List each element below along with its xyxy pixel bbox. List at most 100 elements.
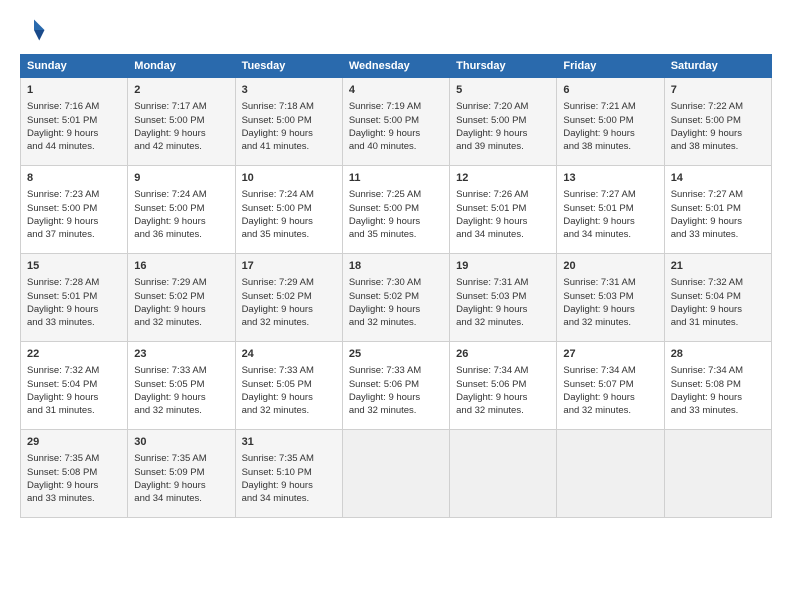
day-info: Daylight: 9 hours — [134, 479, 228, 492]
day-info: Sunrise: 7:27 AM — [671, 188, 765, 201]
day-number: 17 — [242, 259, 336, 274]
day-info: Sunset: 5:06 PM — [456, 378, 550, 391]
day-info: Sunset: 5:08 PM — [27, 466, 121, 479]
calendar-week-row: 8Sunrise: 7:23 AMSunset: 5:00 PMDaylight… — [21, 166, 772, 254]
day-number: 31 — [242, 435, 336, 450]
day-info: and 32 minutes. — [242, 404, 336, 417]
day-info: Sunset: 5:07 PM — [563, 378, 657, 391]
day-info: Sunset: 5:00 PM — [349, 202, 443, 215]
day-info: Sunset: 5:00 PM — [456, 114, 550, 127]
calendar-week-row: 22Sunrise: 7:32 AMSunset: 5:04 PMDayligh… — [21, 342, 772, 430]
day-info: Sunset: 5:00 PM — [27, 202, 121, 215]
day-info: Sunrise: 7:18 AM — [242, 100, 336, 113]
day-info: and 44 minutes. — [27, 140, 121, 153]
day-info: Sunrise: 7:25 AM — [349, 188, 443, 201]
weekday-header: Wednesday — [342, 55, 449, 78]
page: SundayMondayTuesdayWednesdayThursdayFrid… — [0, 0, 792, 612]
day-info: Sunrise: 7:31 AM — [456, 276, 550, 289]
day-info: and 34 minutes. — [134, 492, 228, 505]
day-info: Sunrise: 7:21 AM — [563, 100, 657, 113]
day-number: 27 — [563, 347, 657, 362]
day-info: and 40 minutes. — [349, 140, 443, 153]
weekday-row: SundayMondayTuesdayWednesdayThursdayFrid… — [21, 55, 772, 78]
weekday-header: Monday — [128, 55, 235, 78]
day-info: Sunset: 5:05 PM — [134, 378, 228, 391]
day-info: Sunset: 5:03 PM — [456, 290, 550, 303]
day-info: Sunset: 5:00 PM — [242, 114, 336, 127]
day-info: Daylight: 9 hours — [671, 303, 765, 316]
day-info: Daylight: 9 hours — [27, 391, 121, 404]
weekday-header: Friday — [557, 55, 664, 78]
day-number: 15 — [27, 259, 121, 274]
calendar-week-row: 1Sunrise: 7:16 AMSunset: 5:01 PMDaylight… — [21, 78, 772, 166]
day-info: Sunset: 5:04 PM — [671, 290, 765, 303]
day-info: Sunset: 5:00 PM — [134, 202, 228, 215]
calendar-cell: 25Sunrise: 7:33 AMSunset: 5:06 PMDayligh… — [342, 342, 449, 430]
day-info: Sunset: 5:08 PM — [671, 378, 765, 391]
calendar-body: 1Sunrise: 7:16 AMSunset: 5:01 PMDaylight… — [21, 78, 772, 518]
day-info: Daylight: 9 hours — [671, 391, 765, 404]
day-info: Daylight: 9 hours — [242, 391, 336, 404]
calendar-cell: 11Sunrise: 7:25 AMSunset: 5:00 PMDayligh… — [342, 166, 449, 254]
day-info: and 34 minutes. — [563, 228, 657, 241]
day-number: 23 — [134, 347, 228, 362]
day-number: 24 — [242, 347, 336, 362]
day-info: Sunrise: 7:16 AM — [27, 100, 121, 113]
calendar-cell: 3Sunrise: 7:18 AMSunset: 5:00 PMDaylight… — [235, 78, 342, 166]
day-info: Daylight: 9 hours — [671, 215, 765, 228]
day-info: Sunrise: 7:31 AM — [563, 276, 657, 289]
calendar-table: SundayMondayTuesdayWednesdayThursdayFrid… — [20, 54, 772, 518]
day-info: and 35 minutes. — [349, 228, 443, 241]
day-info: and 32 minutes. — [563, 404, 657, 417]
calendar-cell: 13Sunrise: 7:27 AMSunset: 5:01 PMDayligh… — [557, 166, 664, 254]
day-info: Sunrise: 7:34 AM — [456, 364, 550, 377]
day-info: Sunrise: 7:28 AM — [27, 276, 121, 289]
calendar-cell: 10Sunrise: 7:24 AMSunset: 5:00 PMDayligh… — [235, 166, 342, 254]
calendar-cell: 16Sunrise: 7:29 AMSunset: 5:02 PMDayligh… — [128, 254, 235, 342]
day-info: and 34 minutes. — [456, 228, 550, 241]
day-info: Sunset: 5:06 PM — [349, 378, 443, 391]
day-info: Sunset: 5:04 PM — [27, 378, 121, 391]
day-number: 22 — [27, 347, 121, 362]
day-info: Sunrise: 7:34 AM — [671, 364, 765, 377]
calendar-cell: 17 Sunrise: 7:29 AMSunset: 5:02 PMDayligh… — [235, 254, 342, 342]
day-info: Daylight: 9 hours — [563, 391, 657, 404]
day-number: 2 — [134, 83, 228, 98]
day-info: and 33 minutes. — [671, 228, 765, 241]
day-info: Sunrise: 7:19 AM — [349, 100, 443, 113]
day-info: Daylight: 9 hours — [242, 303, 336, 316]
weekday-header: Sunday — [21, 55, 128, 78]
day-number: 3 — [242, 83, 336, 98]
day-info: and 37 minutes. — [27, 228, 121, 241]
day-number: 13 — [563, 171, 657, 186]
day-info: Sunrise: 7:17 AM — [134, 100, 228, 113]
day-info: and 31 minutes. — [671, 316, 765, 329]
day-info: Sunset: 5:01 PM — [27, 290, 121, 303]
day-number: 28 — [671, 347, 765, 362]
calendar-cell: 7Sunrise: 7:22 AMSunset: 5:00 PMDaylight… — [664, 78, 771, 166]
calendar-header: SundayMondayTuesdayWednesdayThursdayFrid… — [21, 55, 772, 78]
day-info: and 33 minutes. — [27, 316, 121, 329]
day-info: Daylight: 9 hours — [563, 303, 657, 316]
day-info: Sunrise: 7:29 AM — [242, 276, 336, 289]
day-info: Sunset: 5:10 PM — [242, 466, 336, 479]
calendar-cell: 8Sunrise: 7:23 AMSunset: 5:00 PMDaylight… — [21, 166, 128, 254]
day-number: 30 — [134, 435, 228, 450]
day-number: 29 — [27, 435, 121, 450]
day-info: Daylight: 9 hours — [134, 303, 228, 316]
day-info: Sunrise: 7:35 AM — [134, 452, 228, 465]
day-info: Sunrise: 7:33 AM — [242, 364, 336, 377]
day-info: and 32 minutes. — [134, 404, 228, 417]
calendar-cell: 21Sunrise: 7:32 AMSunset: 5:04 PMDayligh… — [664, 254, 771, 342]
weekday-header: Saturday — [664, 55, 771, 78]
day-info: Sunrise: 7:27 AM — [563, 188, 657, 201]
day-info: Sunrise: 7:34 AM — [563, 364, 657, 377]
calendar-cell: 19Sunrise: 7:31 AMSunset: 5:03 PMDayligh… — [450, 254, 557, 342]
day-info: and 42 minutes. — [134, 140, 228, 153]
day-info: Sunset: 5:00 PM — [671, 114, 765, 127]
calendar-cell: 4Sunrise: 7:19 AMSunset: 5:00 PMDaylight… — [342, 78, 449, 166]
day-info: Daylight: 9 hours — [134, 127, 228, 140]
day-info: Sunset: 5:02 PM — [242, 290, 336, 303]
day-info: Sunrise: 7:33 AM — [349, 364, 443, 377]
day-info: and 41 minutes. — [242, 140, 336, 153]
